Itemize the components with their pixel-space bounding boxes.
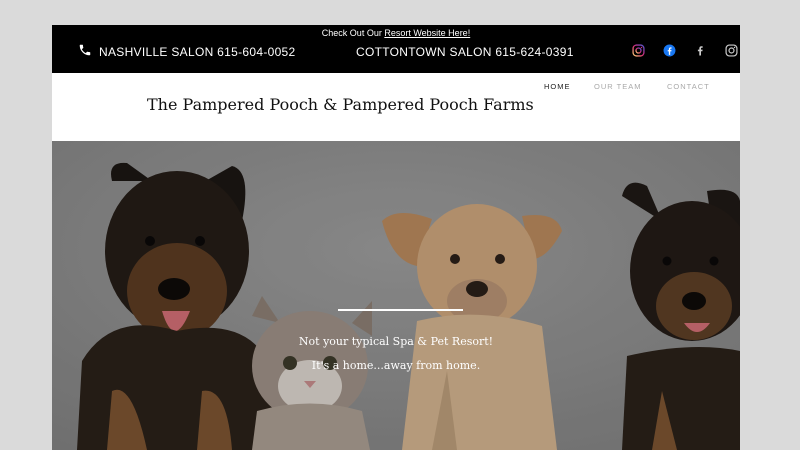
- phone-icon: [79, 44, 91, 56]
- announcement-text: Check Out Our: [321, 28, 385, 38]
- hero-subtitle: It's a home...away from home.: [311, 359, 481, 372]
- hero-divider: [338, 309, 463, 311]
- facebook-icon[interactable]: [662, 43, 676, 57]
- nav-our-team[interactable]: OUR TEAM: [594, 82, 641, 91]
- top-bar: Check Out Our Resort Website Here! NASHV…: [52, 25, 740, 73]
- nav-home[interactable]: HOME: [544, 82, 571, 91]
- instagram-icon[interactable]: [631, 43, 645, 57]
- site-header: The Pampered Pooch & Pampered Pooch Farm…: [52, 73, 740, 141]
- hero-tagline: Not your typical Spa & Pet Resort!: [298, 335, 494, 348]
- cottontown-phone[interactable]: COTTONTOWN SALON 615-624-0391: [356, 45, 574, 59]
- nav-contact[interactable]: CONTACT: [667, 82, 710, 91]
- announcement: Check Out Our Resort Website Here!: [52, 28, 740, 38]
- site-title[interactable]: The Pampered Pooch & Pampered Pooch Farm…: [147, 95, 534, 114]
- resort-website-link[interactable]: Resort Website Here!: [384, 28, 470, 38]
- hero-banner: Not your typical Spa & Pet Resort! It's …: [52, 141, 740, 450]
- facebook-f-icon[interactable]: [693, 43, 707, 57]
- hero-image: [52, 141, 740, 450]
- nashville-phone[interactable]: NASHVILLE SALON 615-604-0052: [99, 45, 296, 59]
- instagram-icon[interactable]: [724, 43, 738, 57]
- website: Check Out Our Resort Website Here! NASHV…: [52, 25, 740, 450]
